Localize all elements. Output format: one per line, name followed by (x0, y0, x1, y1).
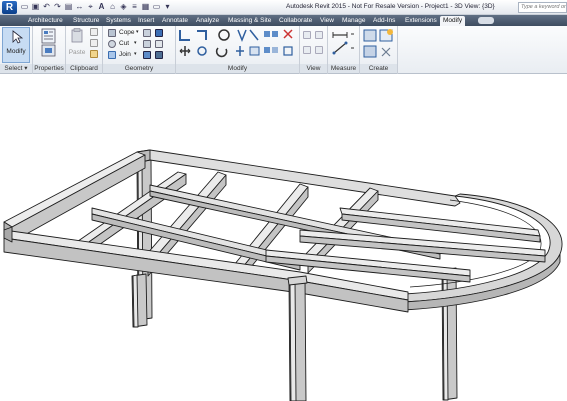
panel-geometry-label: Geometry (103, 64, 175, 73)
ribbon-display-toggle-icon[interactable] (478, 17, 494, 24)
switch-windows-icon[interactable]: ▭ (152, 2, 161, 12)
view-settings-icon[interactable] (315, 46, 323, 54)
quick-access-toolbar: ▭ ▣ ↶ ↷ ▤ ↔ ⌖ A ⌂ ◈ ≡ ▦ ▭ ▾ (20, 2, 172, 12)
cursor-arrow-icon (12, 30, 23, 44)
redo-icon[interactable]: ↷ (53, 2, 62, 12)
tab-view[interactable]: View (320, 16, 334, 26)
remove-paint-icon[interactable] (155, 51, 163, 59)
beam-left-side (11, 154, 146, 243)
panel-create: Create (360, 26, 398, 74)
panel-measure-label: Measure (328, 64, 359, 73)
properties-icon[interactable] (40, 28, 58, 58)
tab-extensions[interactable]: Extensions (405, 16, 437, 26)
panel-modify: Modify (176, 26, 300, 74)
save-icon[interactable]: ▣ (31, 2, 40, 12)
print-icon[interactable]: ▤ (64, 2, 73, 12)
hide-element-icon[interactable] (303, 31, 311, 39)
panel-geometry: Cope ▾ Cut ▾ Join ▾ Geometry (103, 26, 176, 74)
customize-qat-icon[interactable]: ▾ (163, 2, 172, 12)
tab-annotate[interactable]: Annotate (162, 16, 188, 26)
panel-view: View (300, 26, 328, 74)
tab-analyze[interactable]: Analyze (196, 16, 219, 26)
section-icon[interactable]: ◈ (119, 2, 128, 12)
search-input[interactable]: Type a keyword or p (518, 2, 567, 13)
join-icon (108, 51, 116, 59)
cope-dropdown-icon[interactable]: ▾ (136, 28, 139, 37)
tag-icon[interactable]: ⌖ (86, 2, 95, 12)
tab-structure[interactable]: Structure (73, 16, 99, 26)
default-3d-view-icon[interactable]: ⌂ (108, 2, 117, 12)
application-menu-button[interactable]: R (2, 1, 17, 14)
split-face-icon[interactable] (143, 29, 151, 37)
panel-properties-label: Properties (33, 64, 65, 73)
window-title: Autodesk Revit 2015 - Not For Resale Ver… (286, 3, 495, 10)
cut-dropdown-icon[interactable]: ▾ (134, 39, 137, 48)
tab-architecture[interactable]: Architecture (28, 16, 63, 26)
panel-modify-label: Modify (176, 64, 299, 73)
undo-icon[interactable]: ↶ (42, 2, 51, 12)
paste-icon (71, 28, 83, 43)
panel-clipboard-label: Clipboard (66, 64, 102, 73)
tab-add-ins[interactable]: Add-Ins (373, 16, 395, 26)
panel-clipboard: Paste Clipboard (66, 26, 103, 74)
panel-create-label: Create (360, 64, 397, 73)
create-tools-icon[interactable] (362, 28, 396, 60)
modify-tools-icons (179, 29, 293, 58)
text-icon[interactable]: A (97, 2, 106, 12)
cut-button[interactable]: Cut (119, 39, 129, 48)
copy-clipboard-icon[interactable] (90, 39, 98, 47)
paste-button[interactable]: Paste (68, 27, 86, 63)
join-dropdown-icon[interactable]: ▾ (134, 50, 137, 59)
title-bar: R ▭ ▣ ↶ ↷ ▤ ↔ ⌖ A ⌂ ◈ ≡ ▦ ▭ ▾ Autodesk R… (0, 0, 567, 15)
demolish-icon[interactable] (155, 40, 163, 48)
modify-button[interactable]: Modify (2, 27, 30, 63)
cut-geometry-icon (108, 40, 116, 48)
modify-button-label: Modify (6, 48, 26, 55)
beam-front-side (3, 237, 409, 313)
ribbon: Modify Select ▾ Properties Paste Clipboa… (0, 26, 567, 74)
panel-select-label[interactable]: Select ▾ (0, 64, 32, 73)
tab-collaborate[interactable]: Collaborate (279, 16, 312, 26)
tab-manage[interactable]: Manage (342, 16, 366, 26)
cope-icon (108, 29, 116, 37)
cut-clipboard-icon[interactable] (90, 28, 98, 36)
tab-insert[interactable]: Insert (138, 16, 154, 26)
3d-view-canvas[interactable] (0, 75, 567, 401)
override-graphics-icon[interactable] (315, 31, 323, 39)
tab-systems[interactable]: Systems (106, 16, 131, 26)
open-icon[interactable]: ▭ (20, 2, 29, 12)
paste-label: Paste (68, 49, 86, 56)
match-properties-icon[interactable] (90, 50, 98, 58)
panel-view-label: View (300, 64, 327, 73)
tab-massing-site[interactable]: Massing & Site (228, 16, 271, 26)
panel-properties: Properties (33, 26, 66, 74)
close-windows-icon[interactable]: ▦ (141, 2, 150, 12)
ribbon-tab-bar: Architecture Structure Systems Insert An… (0, 15, 567, 26)
panel-select: Modify Select ▾ (0, 26, 33, 74)
tab-modify[interactable]: Modify (440, 16, 466, 26)
paint-icon[interactable] (155, 29, 163, 37)
wall-joins-icon[interactable] (143, 40, 151, 48)
join-button[interactable]: Join (119, 50, 131, 59)
thin-lines-icon[interactable]: ≡ (130, 2, 139, 12)
panel-measure: Measure (328, 26, 360, 74)
steel-deck-model (3, 149, 563, 401)
measure-tools-icon[interactable] (331, 29, 357, 59)
beam-system-icon[interactable] (143, 51, 151, 59)
linework-icon[interactable] (303, 46, 311, 54)
cope-button[interactable]: Cope (119, 28, 135, 37)
measure-icon[interactable]: ↔ (75, 2, 84, 12)
